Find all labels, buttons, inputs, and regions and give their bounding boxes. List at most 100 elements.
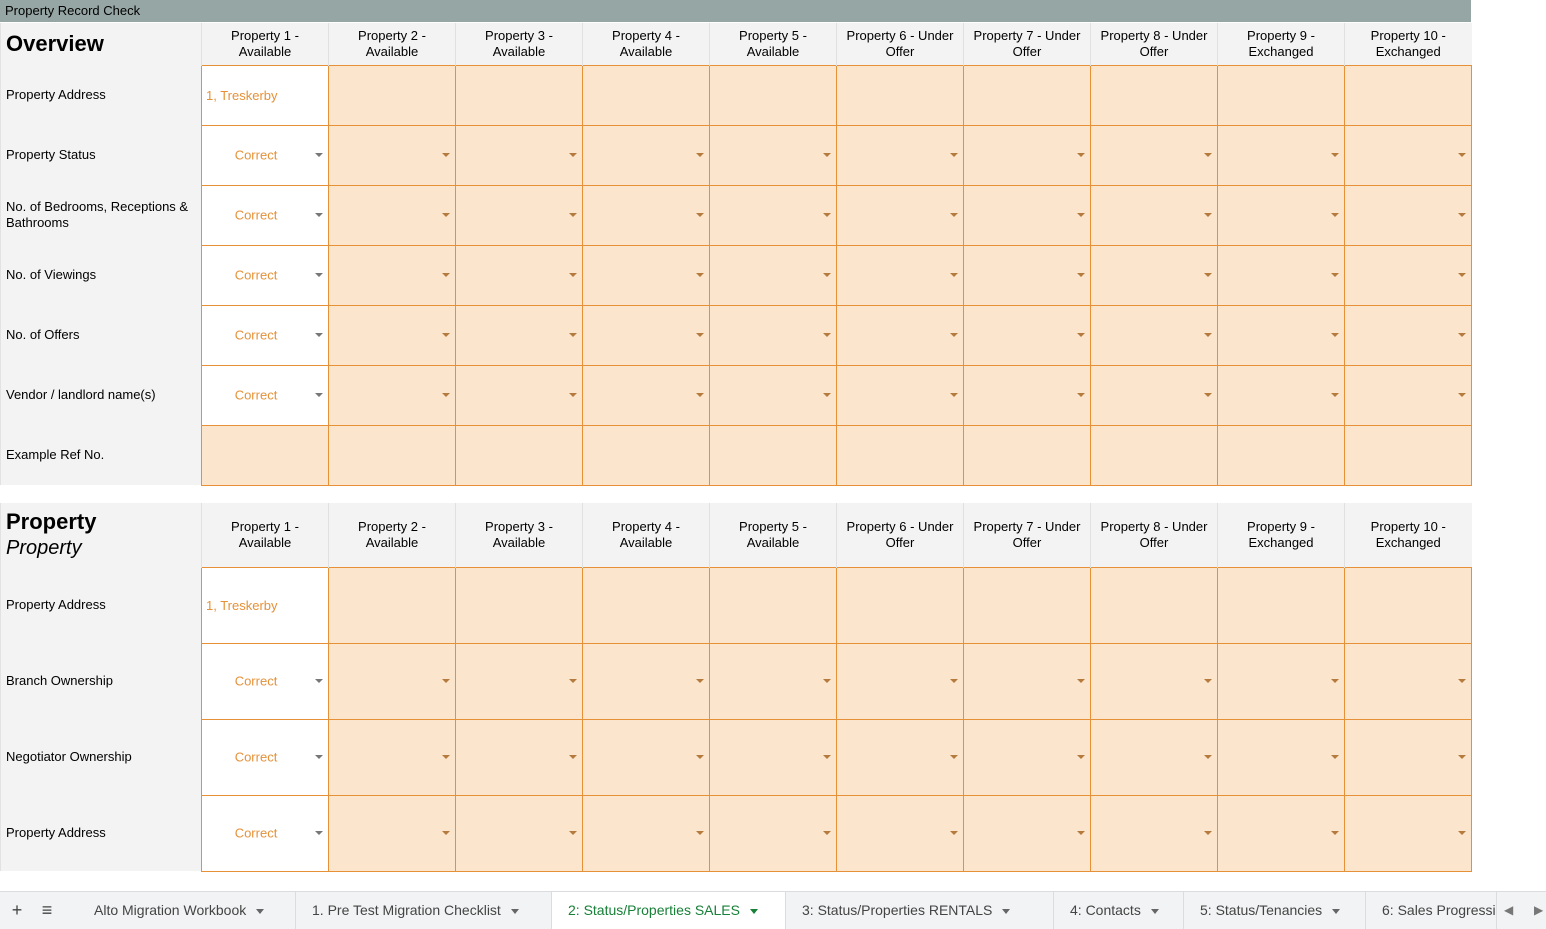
dropdown-cell[interactable] [455, 642, 583, 720]
dropdown-arrow-icon[interactable] [696, 831, 704, 835]
dropdown-arrow-icon[interactable] [315, 153, 323, 157]
sheet-tab[interactable]: 6: Sales Progressic [1366, 892, 1497, 929]
dropdown-arrow-icon[interactable] [442, 393, 450, 397]
status-dropdown-cell[interactable]: Correct [201, 364, 329, 426]
column-header-property-5[interactable]: Property 5 - Available [709, 23, 837, 65]
all-sheets-menu-icon[interactable]: ≡ [32, 892, 62, 929]
dropdown-arrow-icon[interactable] [1077, 755, 1085, 759]
dropdown-arrow-icon[interactable] [442, 755, 450, 759]
dropdown-cell[interactable] [1090, 794, 1218, 872]
column-header-property-7[interactable]: Property 7 - Under Offer [963, 23, 1091, 65]
dropdown-arrow-icon[interactable] [1331, 273, 1339, 277]
sheet-tab[interactable]: 1. Pre Test Migration Checklist [296, 892, 552, 929]
input-cell[interactable] [709, 566, 837, 644]
dropdown-arrow-icon[interactable] [1204, 755, 1212, 759]
column-header-property-8[interactable]: Property 8 - Under Offer [1090, 23, 1218, 65]
column-header-property-2[interactable]: Property 2 - Available [328, 503, 456, 567]
dropdown-arrow-icon[interactable] [1204, 679, 1212, 683]
dropdown-arrow-icon[interactable] [823, 273, 831, 277]
dropdown-arrow-icon[interactable] [442, 679, 450, 683]
dropdown-arrow-icon[interactable] [823, 755, 831, 759]
dropdown-arrow-icon[interactable] [315, 831, 323, 835]
dropdown-cell[interactable] [328, 244, 456, 306]
input-cell[interactable] [582, 566, 710, 644]
input-cell[interactable] [963, 424, 1091, 486]
sheet-tab[interactable]: Alto Migration Workbook [78, 892, 296, 929]
dropdown-arrow-icon[interactable] [569, 679, 577, 683]
scroll-tabs-left-icon[interactable]: ◀ [1504, 892, 1513, 929]
dropdown-arrow-icon[interactable] [315, 393, 323, 397]
dropdown-arrow-icon[interactable] [823, 333, 831, 337]
dropdown-cell[interactable] [836, 794, 964, 872]
status-dropdown-cell[interactable]: Correct [201, 244, 329, 306]
chevron-down-icon[interactable] [1002, 908, 1011, 914]
dropdown-cell[interactable] [1344, 304, 1472, 366]
dropdown-cell[interactable] [1217, 124, 1345, 186]
dropdown-arrow-icon[interactable] [1458, 153, 1466, 157]
dropdown-arrow-icon[interactable] [569, 273, 577, 277]
dropdown-cell[interactable] [582, 304, 710, 366]
dropdown-cell[interactable] [1344, 642, 1472, 720]
dropdown-arrow-icon[interactable] [696, 153, 704, 157]
dropdown-cell[interactable] [709, 244, 837, 306]
dropdown-arrow-icon[interactable] [696, 755, 704, 759]
input-cell[interactable] [455, 64, 583, 126]
dropdown-cell[interactable] [582, 794, 710, 872]
dropdown-arrow-icon[interactable] [1077, 213, 1085, 217]
dropdown-arrow-icon[interactable] [1331, 333, 1339, 337]
dropdown-arrow-icon[interactable] [696, 273, 704, 277]
status-dropdown-cell[interactable]: Correct [201, 184, 329, 246]
dropdown-cell[interactable] [963, 364, 1091, 426]
dropdown-cell[interactable] [709, 718, 837, 796]
dropdown-arrow-icon[interactable] [315, 755, 323, 759]
dropdown-arrow-icon[interactable] [696, 333, 704, 337]
dropdown-cell[interactable] [1090, 184, 1218, 246]
chevron-down-icon[interactable] [1150, 908, 1159, 914]
dropdown-arrow-icon[interactable] [1458, 393, 1466, 397]
input-cell[interactable] [328, 64, 456, 126]
dropdown-cell[interactable] [1090, 642, 1218, 720]
input-cell[interactable] [1344, 566, 1472, 644]
column-header-property-5[interactable]: Property 5 - Available [709, 503, 837, 567]
column-header-property-3[interactable]: Property 3 - Available [455, 23, 583, 65]
status-dropdown-cell[interactable]: Correct [201, 718, 329, 796]
dropdown-arrow-icon[interactable] [1458, 755, 1466, 759]
dropdown-cell[interactable] [709, 794, 837, 872]
dropdown-arrow-icon[interactable] [569, 393, 577, 397]
dropdown-cell[interactable] [709, 124, 837, 186]
dropdown-arrow-icon[interactable] [1204, 213, 1212, 217]
dropdown-arrow-icon[interactable] [1458, 679, 1466, 683]
dropdown-cell[interactable] [1344, 184, 1472, 246]
input-cell[interactable] [836, 64, 964, 126]
input-cell[interactable] [201, 424, 329, 486]
input-cell[interactable] [582, 424, 710, 486]
dropdown-cell[interactable] [455, 794, 583, 872]
column-header-property-6[interactable]: Property 6 - Under Offer [836, 503, 964, 567]
sheet-tab[interactable]: 4: Contacts [1054, 892, 1184, 929]
dropdown-arrow-icon[interactable] [696, 213, 704, 217]
dropdown-arrow-icon[interactable] [1458, 213, 1466, 217]
dropdown-cell[interactable] [582, 718, 710, 796]
dropdown-arrow-icon[interactable] [823, 153, 831, 157]
dropdown-cell[interactable] [1344, 244, 1472, 306]
input-cell[interactable] [1217, 424, 1345, 486]
dropdown-cell[interactable] [836, 184, 964, 246]
dropdown-arrow-icon[interactable] [823, 393, 831, 397]
address-value-cell[interactable]: 1, Treskerby [201, 64, 329, 126]
dropdown-arrow-icon[interactable] [950, 273, 958, 277]
dropdown-cell[interactable] [963, 794, 1091, 872]
dropdown-arrow-icon[interactable] [1077, 153, 1085, 157]
dropdown-cell[interactable] [836, 364, 964, 426]
input-cell[interactable] [455, 424, 583, 486]
status-dropdown-cell[interactable]: Correct [201, 794, 329, 872]
sheet-tab[interactable]: 3: Status/Properties RENTALS [786, 892, 1054, 929]
dropdown-cell[interactable] [1217, 304, 1345, 366]
dropdown-arrow-icon[interactable] [1204, 273, 1212, 277]
dropdown-cell[interactable] [836, 304, 964, 366]
column-header-property-1[interactable]: Property 1 - Available [201, 23, 329, 65]
dropdown-arrow-icon[interactable] [1331, 679, 1339, 683]
dropdown-arrow-icon[interactable] [823, 213, 831, 217]
input-cell[interactable] [328, 424, 456, 486]
column-header-property-4[interactable]: Property 4 - Available [582, 23, 710, 65]
dropdown-arrow-icon[interactable] [1077, 333, 1085, 337]
